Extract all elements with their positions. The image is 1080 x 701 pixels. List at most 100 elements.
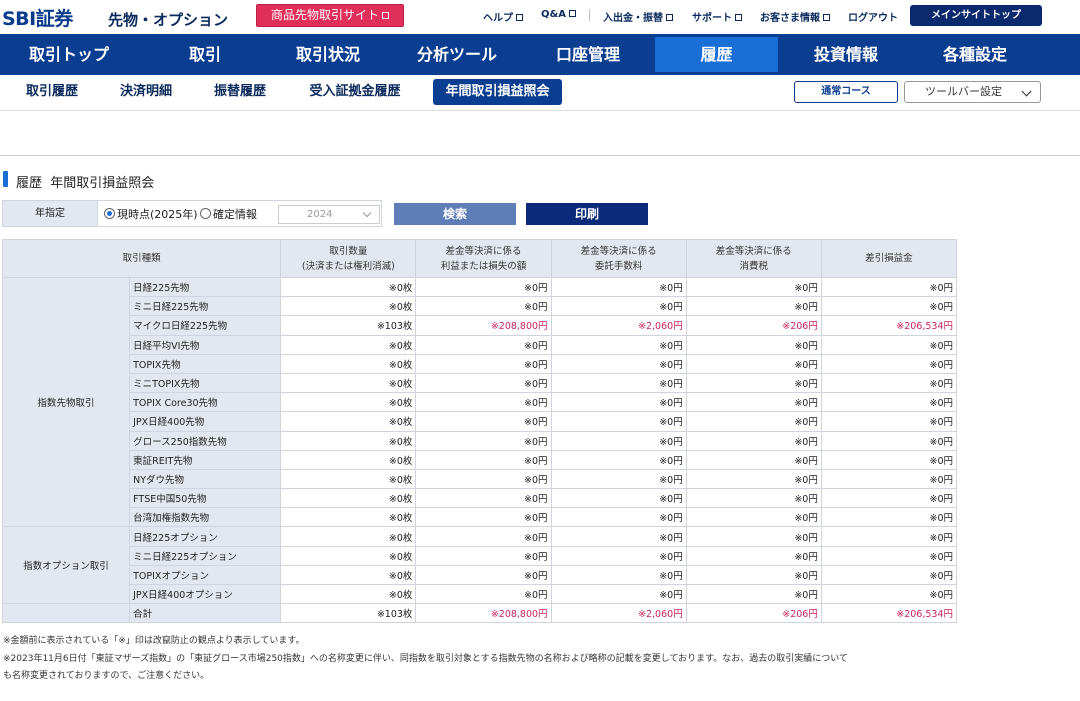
nav-trade-status[interactable]: 取引状況 <box>272 37 384 72</box>
table-row: ミニ日経225先物 ※0枚 ※0円 ※0円 ※0円 ※0円 <box>3 296 958 317</box>
cell-fee: ※0円 <box>550 583 687 605</box>
toolbar-settings-select[interactable]: ツールバー設定 <box>904 81 1041 103</box>
cell-qty: ※0枚 <box>280 507 417 528</box>
header-tax-line1: 差金等決済に係る <box>715 245 792 257</box>
cell-qty: ※0枚 <box>280 583 417 605</box>
cell-fee: ※0円 <box>550 353 687 374</box>
year-filter-label: 年指定 <box>2 200 98 227</box>
product-name: JPX日経400先物 <box>129 411 282 432</box>
deposit-transfer-link[interactable]: 入出金・振替 <box>603 9 673 24</box>
header-profit-loss-line1: 差金等決済に係る <box>445 245 522 257</box>
normal-course-button[interactable]: 通常コース <box>794 81 898 103</box>
nav-trade[interactable]: 取引 <box>138 37 272 72</box>
search-button[interactable]: 検索 <box>394 203 516 225</box>
total-tax: ※206円 <box>685 603 822 624</box>
table-row: 台湾加権指数先物 ※0枚 ※0円 ※0円 ※0円 ※0円 <box>3 507 958 528</box>
top-header: SBI証券 先物・オプション 商品先物取引サイト ヘルプ Q&A 入出金・振替 … <box>0 0 1080 34</box>
cell-fee: ※0円 <box>550 392 687 413</box>
cell-qty: ※0枚 <box>280 392 417 413</box>
cell-pl: ※0円 <box>415 411 552 432</box>
header-consumption-tax: 差金等決済に係る 消費税 <box>685 239 822 278</box>
product-name: 台湾加権指数先物 <box>129 507 282 528</box>
radio-confirmed[interactable] <box>200 208 211 219</box>
cell-net: ※0円 <box>820 353 958 374</box>
nav-trade-top[interactable]: 取引トップ <box>0 37 138 72</box>
radio-current[interactable] <box>104 208 115 219</box>
nav-analysis-tools[interactable]: 分析ツール <box>396 37 518 72</box>
year-filter-options: 現時点(2025年) 確定情報 2024 <box>98 200 382 227</box>
tab-settlement-details[interactable]: 決済明細 <box>112 79 180 105</box>
total-fee: ※2,060円 <box>550 603 687 624</box>
total-blank <box>1 603 131 624</box>
product-name: TOPIX Core30先物 <box>129 392 282 413</box>
print-button[interactable]: 印刷 <box>526 203 648 225</box>
sbi-logo[interactable]: SBI証券 <box>2 4 73 31</box>
cell-net: ※0円 <box>820 449 958 470</box>
cell-qty: ※0枚 <box>280 334 417 355</box>
cell-tax: ※0円 <box>685 583 822 605</box>
tab-transfer-history[interactable]: 振替履歴 <box>206 79 274 105</box>
total-label: 合計 <box>129 603 282 624</box>
header-net-pl: 差引損益金 <box>820 239 958 278</box>
external-link-icon <box>823 14 830 21</box>
cell-pl: ※0円 <box>415 583 552 605</box>
table-row: NYダウ先物 ※0枚 ※0円 ※0円 ※0円 ※0円 <box>3 468 958 490</box>
nav-history[interactable]: 履歴 <box>655 37 778 72</box>
cell-pl: ※0円 <box>415 545 552 566</box>
customer-info-link[interactable]: お客さま情報 <box>760 9 830 24</box>
nav-settings[interactable]: 各種設定 <box>914 37 1036 72</box>
year-filter: 年指定 現時点(2025年) 確定情報 2024 <box>2 200 382 227</box>
cell-net: ※0円 <box>820 392 958 413</box>
commodity-site-label: 商品先物取引サイト <box>270 8 379 22</box>
product-name: グロース250指数先物 <box>129 430 282 451</box>
cell-pl: ※0円 <box>415 296 552 317</box>
year-select[interactable]: 2024 <box>278 205 380 224</box>
tab-annual-pl[interactable]: 年間取引損益照会 <box>433 79 562 105</box>
main-site-top-button[interactable]: メインサイトトップ <box>910 5 1042 26</box>
cell-net: ※0円 <box>820 334 958 355</box>
product-name: 日経平均VI先物 <box>129 334 282 355</box>
radio-confirmed-label[interactable]: 確定情報 <box>213 206 257 222</box>
cell-qty: ※0枚 <box>280 468 417 490</box>
radio-current-label[interactable]: 現時点(2025年) <box>117 206 198 222</box>
cell-fee: ※2,060円 <box>550 315 687 336</box>
support-link[interactable]: サポート <box>692 9 742 24</box>
cell-tax: ※0円 <box>685 449 822 470</box>
table-row: 指数オプション取引 日経225オプション ※0枚 ※0円 ※0円 ※0円 ※0円 <box>1 526 958 605</box>
cell-net: ※0円 <box>820 564 958 586</box>
commodity-site-button[interactable]: 商品先物取引サイト <box>256 4 404 27</box>
external-link-icon <box>382 12 389 19</box>
logout-link[interactable]: ログアウト <box>848 9 898 24</box>
help-link[interactable]: ヘルプ <box>483 9 523 24</box>
external-link-icon <box>666 14 673 21</box>
category-options: 指数オプション取引 <box>1 526 131 605</box>
product-name: マイクロ日経225先物 <box>129 315 282 336</box>
external-link-icon <box>735 14 742 21</box>
tab-trade-history[interactable]: 取引履歴 <box>18 79 86 105</box>
help-label: ヘルプ <box>483 13 513 24</box>
nav-investment-info[interactable]: 投資情報 <box>786 37 906 72</box>
product-name: JPX日経400オプション <box>129 583 282 605</box>
year-value: 2024 <box>307 209 333 220</box>
header-quantity: 取引数量 (決済または権利消滅) <box>280 239 417 278</box>
cell-fee: ※0円 <box>550 430 687 451</box>
section-title: 先物・オプション <box>108 11 229 29</box>
annual-pl-table: 取引種類 取引数量 (決済または権利消滅) 差金等決済に係る 利益または損失の額 差… <box>1 239 958 624</box>
deposit-transfer-label: 入出金・振替 <box>603 13 663 24</box>
tab-margin-history[interactable]: 受入証拠金履歴 <box>301 79 409 105</box>
cell-pl: ※0円 <box>415 507 552 528</box>
table-row: グロース250指数先物 ※0枚 ※0円 ※0円 ※0円 ※0円 <box>3 430 958 451</box>
category-futures: 指数先物取引 <box>1 276 131 528</box>
cell-tax: ※0円 <box>685 392 822 413</box>
header-quantity-line2: (決済または権利消滅) <box>301 260 395 272</box>
cell-fee: ※0円 <box>550 411 687 432</box>
table-row: 日経平均VI先物 ※0枚 ※0円 ※0円 ※0円 ※0円 <box>3 334 958 355</box>
cell-pl: ※208,800円 <box>415 315 552 336</box>
sub-nav: 取引履歴 決済明細 振替履歴 受入証拠金履歴 年間取引損益照会 通常コース ツー… <box>0 75 1080 111</box>
cell-fee: ※0円 <box>550 296 687 317</box>
qa-link[interactable]: Q&A <box>541 9 576 20</box>
cell-net: ※0円 <box>820 430 958 451</box>
nav-account[interactable]: 口座管理 <box>524 37 652 72</box>
divider <box>589 9 590 21</box>
cell-net: ※0円 <box>820 488 958 509</box>
